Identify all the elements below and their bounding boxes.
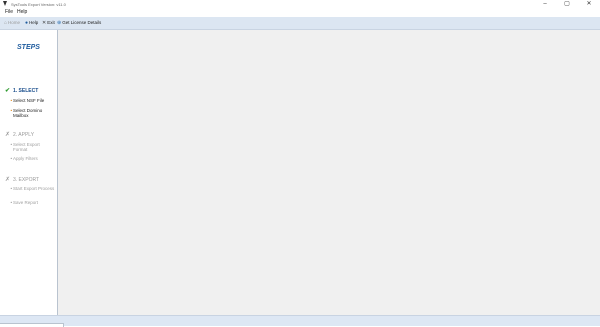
- substep-start-export-process[interactable]: • Start Export Process: [10, 186, 55, 191]
- bullet-icon: •: [10, 98, 13, 103]
- help-icon: ●: [25, 20, 29, 26]
- substep-label: Save Report: [13, 200, 39, 205]
- bullet-icon: •: [10, 200, 13, 205]
- bullet-icon: •: [10, 186, 13, 191]
- substep-label: Select Domino Mailbox: [13, 108, 43, 118]
- substep-select-nsf-file[interactable]: • Select NSF File: [10, 98, 55, 103]
- license-icon: ⊕: [57, 20, 62, 26]
- substep-label: Select Export Format: [13, 142, 40, 152]
- bullet-icon: •: [10, 156, 13, 161]
- license-label: Get License Details: [62, 20, 102, 25]
- substep-label: Start Export Process: [13, 186, 55, 191]
- steps-sidebar: [0, 30, 58, 315]
- substep-save-report[interactable]: • Save Report: [10, 200, 55, 205]
- bullet-icon: •: [10, 142, 13, 147]
- steps-title: STEPS: [17, 44, 40, 51]
- app-logo-icon: [3, 1, 7, 6]
- maximize-button[interactable]: ▢: [556, 0, 578, 8]
- bullet-icon: •: [10, 108, 13, 113]
- step-apply[interactable]: ✗ 2. APPLY: [5, 131, 34, 138]
- exit-icon: ✕: [42, 20, 47, 26]
- step-export-label: 3. EXPORT: [13, 177, 40, 183]
- step-select-label: 1. SELECT: [13, 88, 39, 94]
- substep-select-domino-mailbox[interactable]: • Select Domino Mailbox: [10, 108, 55, 118]
- status-tab: [0, 323, 64, 327]
- tools-icon: ✗: [5, 177, 11, 183]
- step-export[interactable]: ✗ 3. EXPORT: [5, 176, 39, 183]
- toolbar: ⌂Home ●Help ✕Exit ⊕Get License Details: [0, 17, 600, 30]
- step-select[interactable]: ✔ 1. SELECT: [5, 87, 38, 94]
- close-button[interactable]: ✕: [578, 0, 600, 8]
- substep-label: Apply Filters: [13, 156, 38, 161]
- tools-icon: ✗: [5, 132, 11, 138]
- window-title: SysTools Export Version: v11.0: [11, 1, 66, 7]
- menu-help[interactable]: Help: [17, 8, 27, 17]
- check-icon: ✔: [5, 88, 11, 94]
- license-button[interactable]: ⊕Get License Details: [57, 17, 101, 29]
- title-bar: SysTools Export Version: v11.0 – ▢ ✕: [0, 0, 600, 8]
- content-panel: [58, 30, 600, 315]
- menu-bar: File Help: [0, 8, 600, 17]
- exit-label: Exit: [47, 20, 55, 25]
- menu-file[interactable]: File: [5, 8, 13, 17]
- help-label: Help: [29, 20, 39, 25]
- substep-apply-filters[interactable]: • Apply Filters: [10, 156, 55, 161]
- substep-label: Select NSF File: [13, 98, 45, 103]
- home-button[interactable]: ⌂Home: [4, 17, 20, 29]
- exit-button[interactable]: ✕Exit: [42, 17, 55, 29]
- substep-select-export-format[interactable]: • Select Export Format: [10, 142, 55, 152]
- status-bar: [0, 315, 600, 327]
- home-label: Home: [8, 20, 21, 25]
- help-button[interactable]: ●Help: [25, 17, 38, 29]
- home-icon: ⌂: [4, 20, 8, 26]
- step-apply-label: 2. APPLY: [13, 132, 35, 138]
- minimize-button[interactable]: –: [534, 0, 556, 8]
